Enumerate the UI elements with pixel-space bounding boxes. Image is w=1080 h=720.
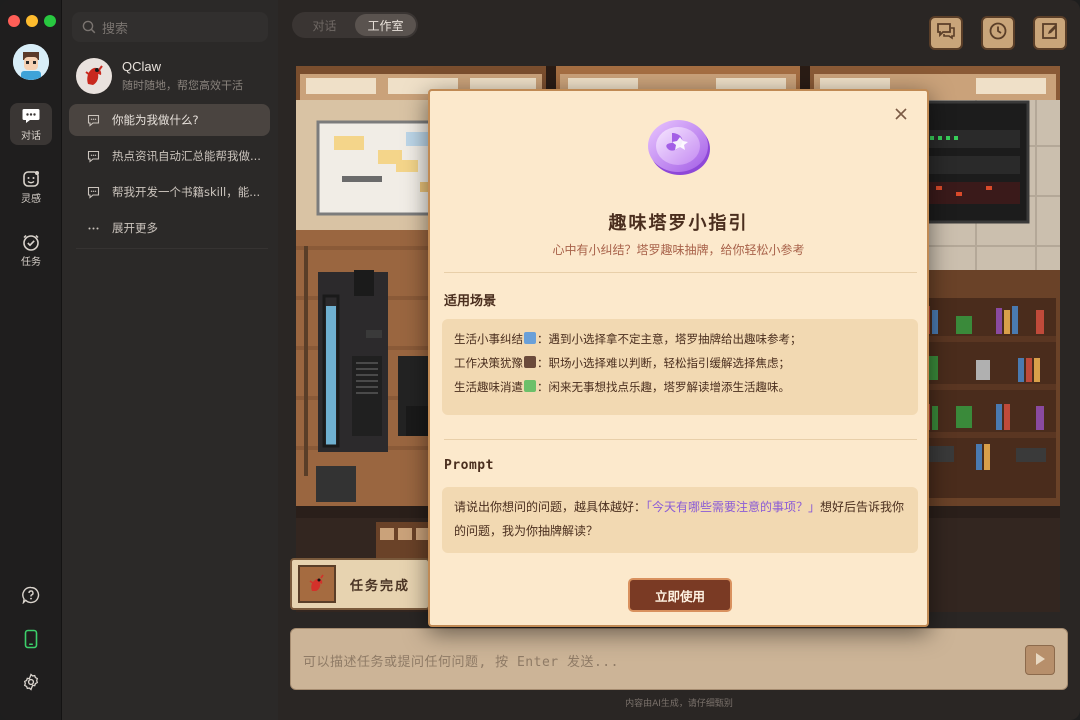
tab-chat[interactable]: 对话 [294,14,355,36]
scenario-label: 生活小事纠结 [454,332,523,346]
scenario-item: 生活趣味消遣 ：闲来无事想找点乐趣，塔罗解读增添生活趣味。 [454,375,906,399]
contact-avatar [76,58,112,94]
scenario-emoji-icon [524,332,536,344]
prompt-title: Prompt [444,458,494,473]
scenario-text: ：遇到小选择拿不定主意，塔罗抽牌给出趣味参考； [537,332,802,346]
modal-subtitle: 心中有小纠结？塔罗趣味抽牌，给你轻松小参考 [552,243,805,257]
scenario-text: ：职场小选择难以判断，轻松指引缓解选择焦虑； [537,356,790,370]
rail-item-label: 对话 [21,130,41,142]
contact-subtitle: 随时随地，帮您高效干活 [122,79,243,92]
rail-item-inspiration[interactable]: 灵感 [10,166,52,208]
lobster-avatar-icon [298,565,336,603]
contact-name: QClaw [122,59,162,74]
user-avatar[interactable] [13,44,49,80]
edit-icon [1040,21,1060,45]
minimize-window-button[interactable] [26,15,38,27]
message-icon [87,114,100,127]
scenario-emoji-icon [524,380,536,392]
ai-disclaimer: 内容由AI生成，请仔细甄别 [625,699,733,709]
close-icon [894,106,908,125]
inspiration-icon [22,170,40,188]
chat-icon [936,22,956,44]
scenario-emoji-icon [524,356,536,368]
send-button[interactable] [1025,645,1055,675]
search-input[interactable]: 搜索 [72,12,268,42]
message-icon [87,150,100,163]
conversation-label: 你能为我做什么? [112,113,199,127]
scenario-label: 生活趣味消遣 [454,380,523,394]
expand-more-label: 展开更多 [112,221,158,235]
history-button[interactable] [981,16,1015,50]
tab-studio[interactable]: 工作室 [355,14,416,36]
divider [444,272,917,273]
scenarios-title: 适用场景 [444,294,497,309]
rail-item-label: 灵感 [21,193,41,205]
modal-title: 趣味塔罗小指引 [608,213,749,234]
more-dots-icon [87,222,100,235]
app-window: 对话 灵感 任务 搜索 QClaw 随时随地，帮您高效干活 你能为我做什么? 热… [0,0,1080,720]
close-modal-button[interactable] [891,105,911,125]
conversation-item[interactable]: 热点资讯自动汇总能帮我做... [69,140,270,172]
conversation-label: 帮我开发一个书籍skill，能... [112,185,261,199]
view-switcher: 对话 工作室 [292,12,418,38]
maximize-window-button[interactable] [44,15,56,27]
tarot-guide-modal: 趣味塔罗小指引 心中有小纠结？塔罗趣味抽牌，给你轻松小参考 适用场景 生活小事纠… [428,89,929,627]
composer-placeholder: 可以描述任务或提问任何问题, 按 Enter 发送... [303,655,619,670]
conversation-label: 热点资讯自动汇总能帮我做... [112,149,261,163]
search-icon [82,20,96,34]
task-complete-card[interactable]: 任务完成 [290,558,430,610]
rail-item-label: 任务 [21,256,41,268]
contact-qclaw[interactable]: QClaw 随时随地，帮您高效干活 [76,56,266,96]
send-arrow-icon [1034,651,1046,670]
divider [76,248,268,249]
prompt-text: 请说出你想问的问题，越具体越好：「今天有哪些需要注意的事项？」想好后告诉我你的问… [454,495,906,543]
expand-more-button[interactable]: 展开更多 [69,212,270,244]
message-composer[interactable]: 可以描述任务或提问任何问题, 按 Enter 发送... [290,628,1068,690]
prompt-highlight: 「今天有哪些需要注意的事项？」 [646,500,821,514]
phone-icon[interactable] [19,627,43,651]
prompt-card[interactable]: 请说出你想问的问题，越具体越好：「今天有哪些需要注意的事项？」想好后告诉我你的问… [442,487,918,553]
chat-history-button[interactable] [929,16,963,50]
settings-icon[interactable] [19,670,43,694]
conversation-panel: 搜索 QClaw 随时随地，帮您高效干活 你能为我做什么? 热点资讯自动汇总能帮… [62,0,278,720]
help-icon[interactable] [19,583,43,607]
conversation-item[interactable]: 帮我开发一个书籍skill，能... [69,176,270,208]
task-check-icon [22,233,40,251]
scenarios-card: 生活小事纠结 ：遇到小选择拿不定主意，塔罗抽牌给出趣味参考； 工作决策犹豫 ：职场小… [442,319,918,415]
search-placeholder: 搜索 [102,21,129,37]
left-rail: 对话 灵感 任务 [0,0,62,720]
scenario-item: 工作决策犹豫 ：职场小选择难以判断，轻松指引缓解选择焦虑； [454,351,906,375]
message-icon [87,186,100,199]
rail-item-chat[interactable]: 对话 [10,103,52,145]
conversation-item[interactable]: 你能为我做什么? [69,104,270,136]
divider [444,439,917,440]
window-controls [8,15,56,27]
scenario-item: 生活小事纠结 ：遇到小选择拿不定主意，塔罗抽牌给出趣味参考； [454,327,906,351]
tarot-logo-icon [642,113,714,179]
task-complete-label: 任务完成 [350,578,411,594]
close-window-button[interactable] [8,15,20,27]
use-now-button[interactable]: 立即使用 [628,578,732,612]
scenario-text: ：闲来无事想找点乐趣，塔罗解读增添生活趣味。 [537,380,790,394]
chat-bubble-icon [22,107,40,125]
prompt-before: 请说出你想问的问题，越具体越好： [454,500,647,514]
new-note-button[interactable] [1033,16,1067,50]
scenario-label: 工作决策犹豫 [454,356,523,370]
rail-item-tasks[interactable]: 任务 [10,229,52,271]
clock-icon [988,21,1008,45]
